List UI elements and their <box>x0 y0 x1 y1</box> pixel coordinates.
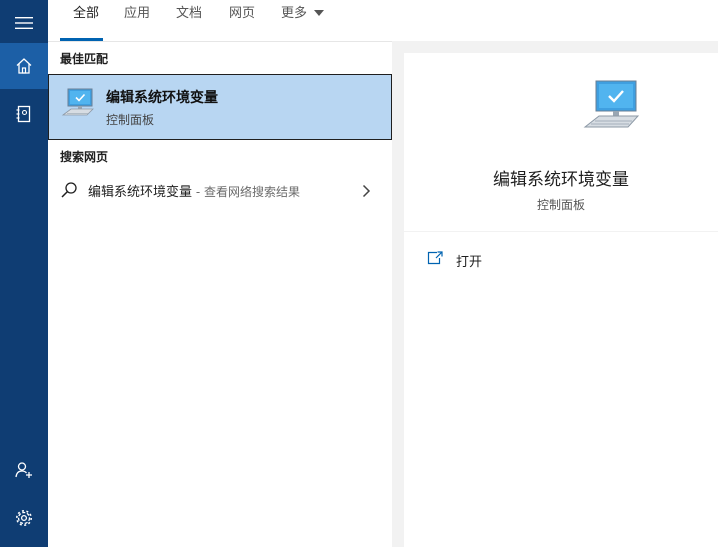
sidebar <box>0 0 48 547</box>
best-match-subtitle: 控制面板 <box>106 113 155 127</box>
hamburger-menu-icon <box>15 17 33 29</box>
preview-title: 编辑系统环境变量 <box>493 170 629 190</box>
chevron-down-icon <box>314 10 325 16</box>
search-icon <box>61 182 77 198</box>
web-search-label: 搜索网页 <box>60 150 109 164</box>
web-search-hint: - 查看网络搜索结果 <box>192 185 300 199</box>
open-button[interactable]: 打开 <box>424 248 544 272</box>
tab-all[interactable]: 全部 <box>73 0 99 41</box>
active-tab-indicator <box>60 38 103 41</box>
tab-more[interactable]: 更多 <box>281 0 325 41</box>
preview-subtitle: 控制面板 <box>536 198 585 212</box>
best-match-result[interactable]: 编辑系统环境变量 控制面板 <box>48 74 392 140</box>
notebook-icon <box>16 105 31 123</box>
web-search-text: 编辑系统环境变量 - 查看网络搜索结果 <box>88 181 300 200</box>
preview-header: 编辑系统环境变量 控制面板 <box>404 53 718 231</box>
results-pane: 全部 应用 文档 网页 更多 最佳匹配 编辑系统环境变量 控制面板 搜索网页 编… <box>48 0 392 547</box>
web-search-result[interactable]: 编辑系统环境变量 - 查看网络搜索结果 <box>48 176 392 206</box>
account-button[interactable] <box>0 447 48 493</box>
tab-web[interactable]: 网页 <box>229 0 255 41</box>
notebook-button[interactable] <box>0 91 48 137</box>
user-add-icon <box>15 462 32 478</box>
tab-more-label: 更多 <box>281 6 308 21</box>
preview-actions: 打开 <box>404 232 718 547</box>
open-external-icon <box>427 251 443 265</box>
tab-documents[interactable]: 文档 <box>176 0 202 41</box>
best-match-title: 编辑系统环境变量 <box>106 90 218 106</box>
home-icon <box>16 58 32 74</box>
home-button[interactable] <box>0 43 48 89</box>
chevron-right-icon <box>362 184 371 198</box>
gear-icon <box>16 510 32 526</box>
computer-monitor-icon <box>583 80 640 128</box>
computer-monitor-icon <box>61 88 94 116</box>
settings-button[interactable] <box>0 495 48 541</box>
menu-button[interactable] <box>0 0 48 46</box>
open-label: 打开 <box>456 255 483 270</box>
preview-pane: 编辑系统环境变量 控制面板 打开 <box>392 41 718 547</box>
best-match-label: 最佳匹配 <box>60 52 109 66</box>
filter-tabs: 全部 应用 文档 网页 更多 <box>48 0 392 42</box>
tab-apps[interactable]: 应用 <box>124 0 150 41</box>
web-search-query: 编辑系统环境变量 <box>88 185 193 200</box>
